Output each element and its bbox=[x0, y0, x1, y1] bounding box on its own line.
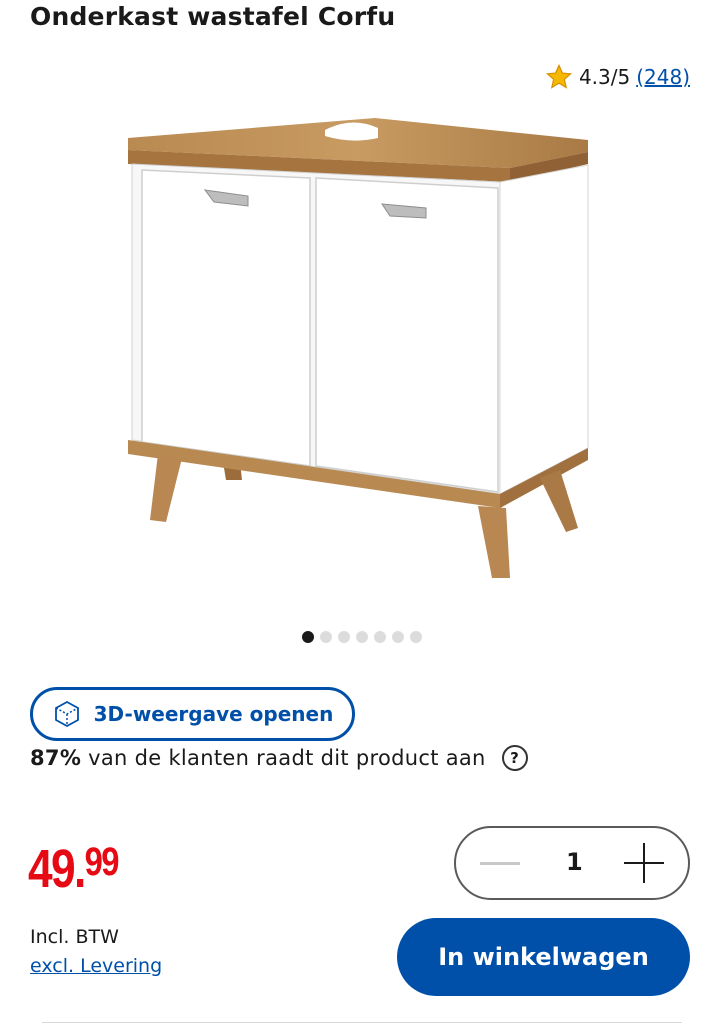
carousel-dot[interactable] bbox=[410, 631, 422, 643]
divider bbox=[42, 1022, 682, 1023]
cube-3d-icon bbox=[54, 700, 79, 728]
price-decimals: 99 bbox=[84, 840, 120, 884]
bathroom-vanity-cabinet-image[interactable] bbox=[120, 110, 600, 590]
image-carousel-indicator[interactable] bbox=[0, 631, 718, 643]
quantity-stepper[interactable]: 1 bbox=[454, 826, 690, 900]
quantity-value[interactable]: 1 bbox=[566, 848, 583, 876]
plus-icon[interactable] bbox=[624, 843, 664, 883]
product-price: 49.99 bbox=[28, 839, 120, 899]
recommendation-line: 87% van de klanten raadt dit product aan… bbox=[30, 745, 528, 771]
minus-icon[interactable] bbox=[480, 861, 520, 865]
excl-delivery-link[interactable]: excl. Levering bbox=[30, 955, 162, 977]
add-to-cart-button[interactable]: In winkelwagen bbox=[397, 918, 690, 996]
star-icon bbox=[545, 63, 573, 89]
product-title: Onderkast wastafel Corfu bbox=[30, 2, 396, 31]
carousel-dot[interactable] bbox=[374, 631, 386, 643]
recommendation-percent: 87% bbox=[30, 746, 82, 770]
rating-score: 4.3/5 bbox=[578, 65, 631, 89]
price-integer: 49. bbox=[28, 839, 86, 899]
rating-count-link[interactable]: (248) bbox=[636, 65, 690, 89]
recommendation-text: van de klanten raadt dit product aan bbox=[88, 746, 486, 770]
help-icon[interactable]: ? bbox=[501, 745, 528, 771]
product-rating[interactable]: 4.3/5 (248) bbox=[545, 63, 690, 91]
carousel-dot[interactable] bbox=[302, 631, 314, 643]
open-3d-view-button[interactable]: 3D-weergave openen bbox=[30, 687, 355, 741]
carousel-dot[interactable] bbox=[356, 631, 368, 643]
carousel-dot[interactable] bbox=[338, 631, 350, 643]
open-3d-view-label: 3D-weergave openen bbox=[93, 702, 334, 726]
carousel-dot[interactable] bbox=[320, 631, 332, 643]
carousel-dot[interactable] bbox=[392, 631, 404, 643]
incl-vat-label: Incl. BTW bbox=[30, 926, 119, 948]
